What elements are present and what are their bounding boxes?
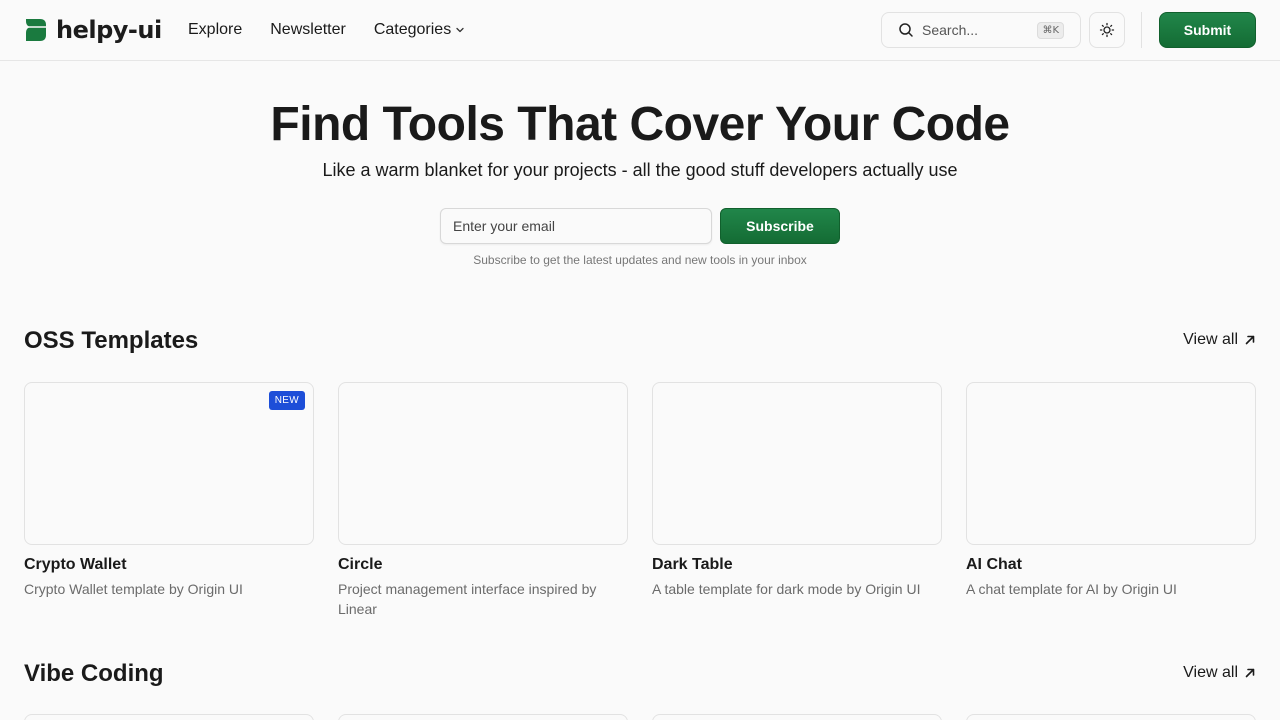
logo[interactable]: helpy-ui: [24, 16, 162, 44]
card-thumbnail[interactable]: [966, 714, 1256, 720]
view-all-link-vibe-coding[interactable]: View all: [1183, 664, 1256, 682]
header-divider: [1141, 12, 1142, 48]
hero-subtitle: Like a warm blanket for your projects - …: [322, 160, 958, 180]
hero-title: Find Tools That Cover Your Code: [270, 98, 1010, 151]
search-shortcut: ⌘K: [1037, 22, 1064, 39]
nav-item-label: Explore: [188, 21, 243, 38]
template-card-dark-table[interactable]: Dark Table A table template for dark mod…: [652, 382, 942, 599]
card-thumbnail[interactable]: [338, 714, 628, 720]
new-badge: NEW: [268, 391, 305, 410]
logo-icon: [26, 19, 46, 41]
subscribe-button[interactable]: Subscribe: [720, 208, 840, 244]
card-partial[interactable]: [966, 714, 1256, 720]
card-partial[interactable]: [24, 714, 314, 720]
nav-item-newsletter[interactable]: Newsletter: [270, 19, 346, 41]
card-title[interactable]: AI Chat: [966, 555, 1256, 575]
nav-item-label: Categories: [373, 21, 452, 38]
card-title[interactable]: Crypto Wallet: [24, 555, 314, 575]
view-all-link-oss-templates[interactable]: View all: [1183, 331, 1256, 349]
card-title[interactable]: Dark Table: [652, 555, 942, 575]
submit-button[interactable]: Submit: [1159, 12, 1256, 48]
view-all-label: View all: [1183, 664, 1238, 681]
card-description: Crypto Wallet template by Origin UI: [24, 581, 243, 597]
nav-item-explore[interactable]: Explore: [188, 19, 242, 41]
arrow-up-right-icon: [1245, 335, 1255, 345]
site-header: helpy-ui Explore Newsletter Categories S…: [0, 0, 1280, 61]
card-partial[interactable]: [338, 714, 628, 720]
search-icon: [899, 23, 913, 37]
card-thumbnail[interactable]: [24, 714, 314, 720]
card-thumbnail[interactable]: [966, 382, 1256, 545]
section-title-vibe-coding: Vibe Coding: [24, 660, 164, 687]
nav-item-categories[interactable]: Categories: [374, 19, 465, 41]
card-partial[interactable]: [652, 714, 942, 720]
card-description: A chat template for AI by Origin UI: [966, 581, 1177, 597]
template-card-ai-chat[interactable]: AI Chat A chat template for AI by Origin…: [966, 382, 1256, 599]
card-title[interactable]: Circle: [338, 555, 628, 575]
main-nav: Explore Newsletter Categories: [188, 19, 493, 41]
card-thumbnail[interactable]: [652, 714, 942, 720]
view-all-label: View all: [1183, 331, 1238, 348]
search-placeholder: Search...: [922, 22, 979, 38]
search-button[interactable]: Search... ⌘K: [881, 12, 1081, 48]
card-description: Project management interface inspired by…: [338, 581, 597, 617]
card-thumbnail[interactable]: NEW: [24, 382, 314, 545]
theme-toggle-button[interactable]: [1089, 12, 1125, 48]
template-card-circle[interactable]: Circle Project management interface insp…: [338, 382, 628, 619]
template-card-crypto-wallet[interactable]: NEW Crypto Wallet Crypto Wallet template…: [24, 382, 314, 599]
card-description: A table template for dark mode by Origin…: [652, 581, 921, 597]
subscribe-note: Subscribe to get the latest updates and …: [473, 253, 807, 267]
card-thumbnail[interactable]: [652, 382, 942, 545]
nav-item-label: Newsletter: [270, 21, 346, 38]
sun-icon: [1099, 22, 1115, 38]
logo-text: helpy-ui: [56, 16, 162, 44]
card-thumbnail[interactable]: [338, 382, 628, 545]
section-title-oss-templates: OSS Templates: [24, 327, 199, 354]
arrow-up-right-icon: [1245, 668, 1255, 678]
chevron-down-icon: [456, 27, 464, 33]
email-field[interactable]: [440, 208, 712, 244]
